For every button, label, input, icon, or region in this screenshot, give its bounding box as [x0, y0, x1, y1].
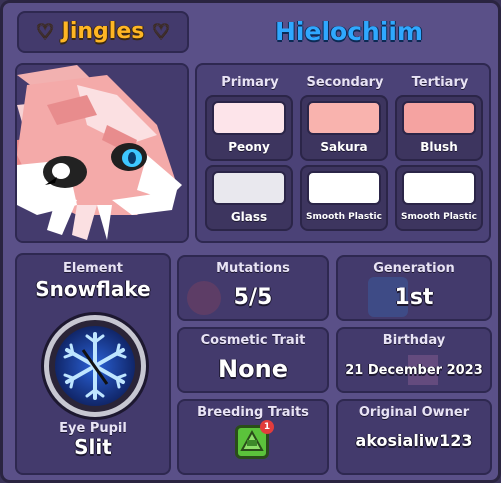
original-owner-value: akosialiw123 [355, 431, 473, 450]
cosmetic-trait-value: None [218, 355, 288, 383]
birthday-card: Birthday 21 December 2023 [336, 327, 492, 393]
eye-pupil-value: Slit [74, 435, 112, 459]
primary-material-swatch [212, 171, 286, 205]
element-label: Element [63, 261, 123, 276]
tertiary-heading: Tertiary [411, 75, 469, 90]
element-card: Element Snowflake Eye Pupil Slit [15, 253, 171, 475]
secondary-material-name: Smooth Plastic [306, 212, 382, 222]
secondary-color-swatch [307, 101, 381, 135]
snowflake-icon [44, 315, 146, 417]
primary-color-swatch [212, 101, 286, 135]
tertiary-material-tile[interactable]: Smooth Plastic [395, 165, 483, 231]
pet-name: Jingles [61, 19, 145, 44]
owner-display-name: Hielochiim [275, 17, 423, 46]
element-value: Snowflake [35, 277, 151, 301]
breeding-trait-button[interactable]: 1 [235, 420, 274, 459]
secondary-color-tile[interactable]: Sakura [300, 95, 388, 161]
tertiary-material-name: Smooth Plastic [401, 212, 477, 222]
primary-material-name: Glass [230, 210, 268, 224]
birthday-label: Birthday [382, 333, 446, 348]
pet-info-panel: ♡ Jingles ♡ Hielochiim Primary Secondary… [0, 0, 501, 483]
mutations-card: Mutations 5/5 [177, 255, 329, 321]
tertiary-color-swatch [402, 101, 476, 135]
cosmetic-trait-card: Cosmetic Trait None [177, 327, 329, 393]
tertiary-color-tile[interactable]: Blush [395, 95, 483, 161]
mutations-label: Mutations [216, 261, 290, 276]
secondary-heading: Secondary [306, 75, 384, 90]
primary-heading: Primary [221, 75, 279, 90]
secondary-material-tile[interactable]: Smooth Plastic [300, 165, 388, 231]
cosmetic-trait-label: Cosmetic Trait [200, 333, 306, 348]
generation-value: 1st [394, 285, 434, 310]
tertiary-material-swatch [402, 171, 476, 205]
primary-color-name: Peony [228, 140, 270, 154]
original-owner-card: Original Owner akosialiw123 [336, 399, 492, 475]
secondary-color-name: Sakura [320, 140, 368, 154]
pet-portrait [15, 63, 189, 243]
eye-pupil-label: Eye Pupil [59, 421, 127, 436]
breeding-badge: 1 [260, 420, 274, 434]
birthday-value: 21 December 2023 [345, 363, 483, 378]
breeding-traits-card: Breeding Traits 1 [177, 399, 329, 475]
original-owner-label: Original Owner [358, 405, 470, 420]
tertiary-color-name: Blush [420, 140, 458, 154]
heart-right-icon: ♡ [152, 19, 170, 43]
secondary-material-swatch [307, 171, 381, 205]
primary-color-tile[interactable]: Peony [205, 95, 293, 161]
generation-card: Generation 1st [336, 255, 492, 321]
generation-label: Generation [373, 261, 455, 276]
heart-left-icon: ♡ [36, 19, 54, 43]
primary-material-tile[interactable]: Glass [205, 165, 293, 231]
mutations-value: 5/5 [233, 285, 273, 310]
color-section: Primary Secondary Tertiary Peony Sakura … [195, 63, 491, 243]
breeding-traits-label: Breeding Traits [197, 405, 309, 420]
pet-name-tag[interactable]: ♡ Jingles ♡ [17, 11, 189, 53]
pet-name-row: ♡ Jingles ♡ [19, 19, 187, 44]
pet-portrait-image [17, 65, 187, 241]
